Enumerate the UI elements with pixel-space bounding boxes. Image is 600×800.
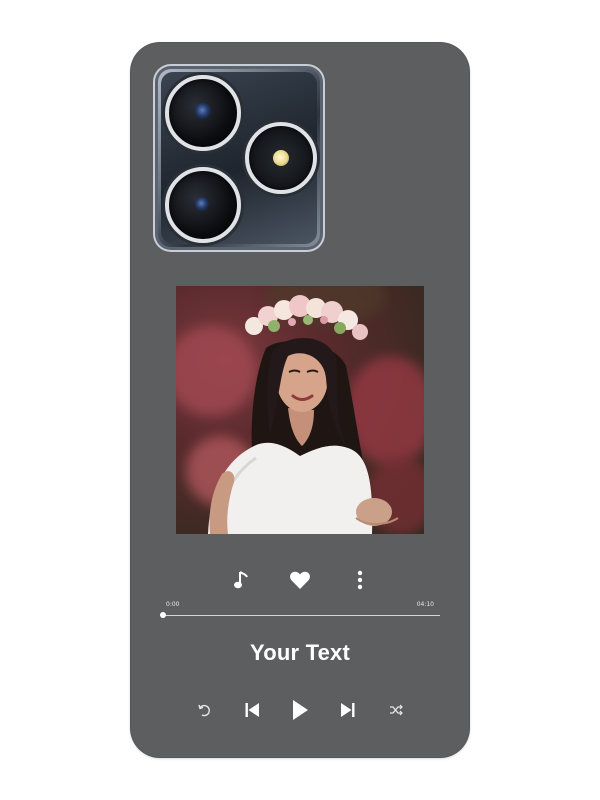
main-camera-lens-icon — [165, 75, 241, 151]
play-icon[interactable] — [286, 696, 314, 724]
heart-icon[interactable] — [288, 568, 312, 592]
more-vertical-icon[interactable] — [348, 568, 372, 592]
elapsed-time: 0:00 — [166, 601, 180, 608]
product-preview: 0:00 04:10 Your Text — [0, 0, 600, 800]
custom-photo — [176, 286, 424, 534]
next-track-icon[interactable] — [336, 698, 360, 722]
player-controls — [176, 694, 424, 728]
progress-track[interactable] — [162, 615, 440, 616]
progress-thumb[interactable] — [160, 612, 166, 618]
music-note-icon[interactable] — [230, 568, 254, 592]
woman-portrait — [208, 295, 399, 534]
flash-icon — [245, 122, 317, 194]
total-duration: 04:10 — [416, 601, 434, 608]
custom-text: Your Text — [250, 640, 350, 665]
player-top-controls — [176, 562, 424, 596]
repeat-icon[interactable] — [194, 700, 214, 720]
progress-bar[interactable]: 0:00 04:10 — [160, 601, 440, 625]
shuffle-icon[interactable] — [386, 700, 406, 720]
secondary-camera-lens-icon — [165, 167, 241, 243]
previous-track-icon[interactable] — [240, 698, 264, 722]
